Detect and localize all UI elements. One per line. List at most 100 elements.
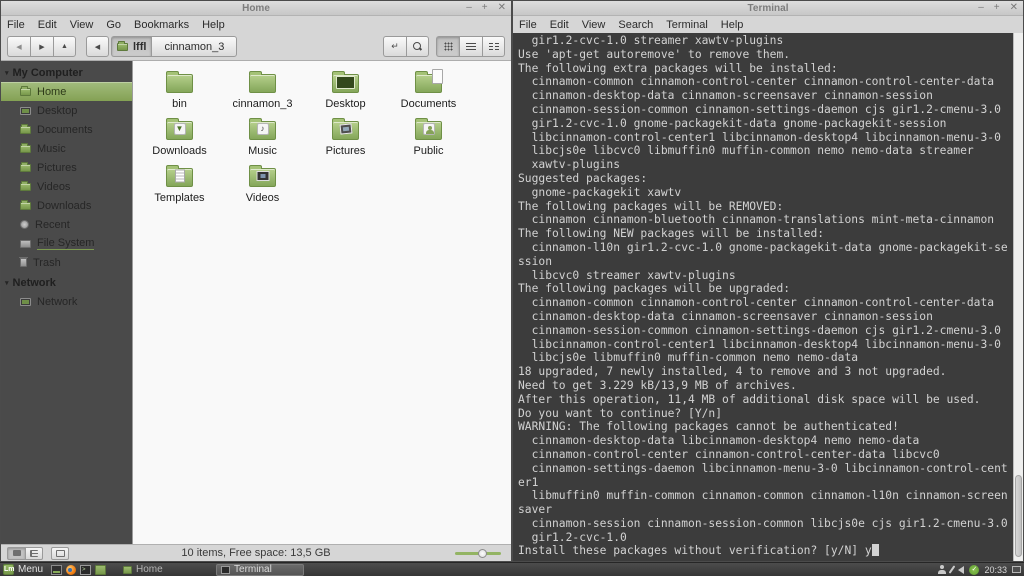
menu-file[interactable]: File <box>7 19 25 31</box>
breadcrumb-home[interactable]: lffl <box>111 36 151 57</box>
folder-item-documents[interactable]: Documents <box>387 69 470 116</box>
update-shield-icon[interactable]: ✓ <box>969 565 979 575</box>
terminal-menubar: File Edit View Search Terminal Help <box>513 16 1023 33</box>
folder-item-cinnamon3[interactable]: cinnamon_3 <box>221 69 304 116</box>
sidebar-item-label: Pictures <box>37 162 77 174</box>
folder-item-pictures[interactable]: Pictures <box>304 116 387 163</box>
search-button[interactable] <box>406 36 429 57</box>
taskbar-window-home[interactable]: Home <box>119 564 207 576</box>
terminal-launcher-icon[interactable]: > <box>80 565 91 575</box>
breadcrumb-cinnamon3-label: cinnamon_3 <box>164 41 224 53</box>
terminal-cursor <box>872 544 879 556</box>
compact-view-button[interactable] <box>482 36 505 57</box>
minimize-icon[interactable]: – <box>978 3 984 13</box>
show-desktop-icon[interactable] <box>51 565 62 575</box>
sidebar-section-my-computer[interactable]: ▾ My Computer <box>1 64 132 82</box>
firefox-launcher-icon[interactable] <box>66 565 76 575</box>
sidebar-item-desktop[interactable]: Desktop <box>1 101 132 120</box>
sidebar-item-pictures[interactable]: Pictures <box>1 158 132 177</box>
folder-item-bin[interactable]: bin <box>138 69 221 116</box>
collapse-breadcrumbs-button[interactable]: ◀ <box>86 36 109 57</box>
minimize-icon[interactable]: – <box>466 3 472 13</box>
section-label: Network <box>13 277 56 289</box>
menu-search[interactable]: Search <box>618 19 653 31</box>
toggle-location-entry-button[interactable]: ↵ <box>383 36 406 57</box>
menu-file[interactable]: File <box>519 19 537 31</box>
list-view-button[interactable] <box>459 36 482 57</box>
folder-item-desktop[interactable]: Desktop <box>304 69 387 116</box>
sidebar-item-recent[interactable]: Recent <box>1 215 132 234</box>
sidebar-item-downloads[interactable]: Downloads <box>1 196 132 215</box>
folder-label: Videos <box>246 192 279 204</box>
menu-button[interactable]: Menu <box>18 564 43 575</box>
folder-label: Music <box>248 145 277 157</box>
terminal-screen[interactable]: gir1.2-cvc-1.0 streamer xawtv-plugins Us… <box>513 33 1023 561</box>
clock[interactable]: 20:33 <box>984 565 1007 575</box>
close-icon[interactable]: ✕ <box>498 3 506 13</box>
menu-go[interactable]: Go <box>106 19 121 31</box>
icon-view-icon <box>444 42 453 51</box>
status-text: 10 items, Free space: 13,5 GB <box>1 547 511 559</box>
template-emblem-icon <box>175 169 185 182</box>
folder-item-music[interactable]: ♪ Music <box>221 116 304 163</box>
folder-label: Pictures <box>326 145 366 157</box>
sidebar-item-trash[interactable]: Trash <box>1 253 132 272</box>
menu-view[interactable]: View <box>582 19 606 31</box>
taskbar-window-terminal[interactable]: Terminal <box>216 564 304 576</box>
file-manager-titlebar[interactable]: Home – + ✕ <box>1 1 511 16</box>
folder-icon <box>166 74 193 93</box>
folder-item-videos[interactable]: Videos <box>221 163 304 210</box>
folder-label: Downloads <box>152 145 206 157</box>
menu-edit[interactable]: Edit <box>550 19 569 31</box>
sidebar-item-home[interactable]: Home <box>1 82 132 101</box>
network-edit-icon[interactable] <box>949 565 956 574</box>
network-icon <box>20 298 31 306</box>
zoom-slider[interactable] <box>455 552 501 555</box>
notifications-icon[interactable] <box>1012 566 1021 573</box>
user-applet-icon[interactable] <box>938 565 946 574</box>
page-emblem-icon <box>432 69 443 84</box>
sidebar-item-file-system[interactable]: File System <box>1 234 132 253</box>
menu-edit[interactable]: Edit <box>38 19 57 31</box>
close-icon[interactable]: ✕ <box>1010 3 1018 13</box>
pictures-icon <box>20 164 31 172</box>
download-emblem-icon: ▼ <box>174 123 186 135</box>
menu-help[interactable]: Help <box>202 19 225 31</box>
terminal-scrollbar-thumb[interactable] <box>1015 475 1022 557</box>
sidebar-item-music[interactable]: Music <box>1 139 132 158</box>
menu-bookmarks[interactable]: Bookmarks <box>134 19 189 31</box>
files-launcher-icon[interactable] <box>95 565 106 575</box>
terminal-scrollbar[interactable] <box>1013 33 1023 561</box>
terminal-titlebar[interactable]: Terminal – + ✕ <box>513 1 1023 16</box>
public-folder-icon <box>415 121 442 140</box>
sidebar-item-label: Home <box>37 86 66 98</box>
taskbar: Lm Menu > Home Terminal ✓ 20:33 <box>0 562 1024 576</box>
back-button[interactable]: ◀ <box>7 36 30 57</box>
forward-button[interactable]: ▶ <box>30 36 53 57</box>
window-title: Home <box>242 3 270 14</box>
sidebar-item-videos[interactable]: Videos <box>1 177 132 196</box>
maximize-icon[interactable]: + <box>994 3 1000 13</box>
terminal-prompt-line: Install these packages without verificat… <box>513 544 1023 558</box>
folder-item-downloads[interactable]: ▼ Downloads <box>138 116 221 163</box>
maximize-icon[interactable]: + <box>482 3 488 13</box>
sidebar-item-documents[interactable]: Documents <box>1 120 132 139</box>
compact-view-icon <box>489 43 499 51</box>
volume-icon[interactable] <box>958 566 964 574</box>
folder-view[interactable]: bin cinnamon_3 Desktop Documents ▼ Downl… <box>132 61 511 544</box>
folder-icon <box>249 74 276 93</box>
zoom-slider-knob[interactable] <box>478 549 487 558</box>
menu-help[interactable]: Help <box>721 19 744 31</box>
sidebar-section-network[interactable]: ▾ Network <box>1 274 132 292</box>
menu-view[interactable]: View <box>70 19 94 31</box>
mint-menu-icon[interactable]: Lm <box>3 564 14 575</box>
menu-terminal[interactable]: Terminal <box>666 19 708 31</box>
list-view-icon <box>466 43 476 51</box>
sidebar-item-network[interactable]: Network <box>1 292 132 311</box>
taskbar-window-label: Terminal <box>234 564 272 575</box>
icon-view-button[interactable] <box>436 36 459 57</box>
breadcrumb-cinnamon3[interactable]: cinnamon_3 <box>151 36 237 57</box>
up-button[interactable]: ▲ <box>53 36 76 57</box>
folder-item-public[interactable]: Public <box>387 116 470 163</box>
folder-item-templates[interactable]: Templates <box>138 163 221 210</box>
